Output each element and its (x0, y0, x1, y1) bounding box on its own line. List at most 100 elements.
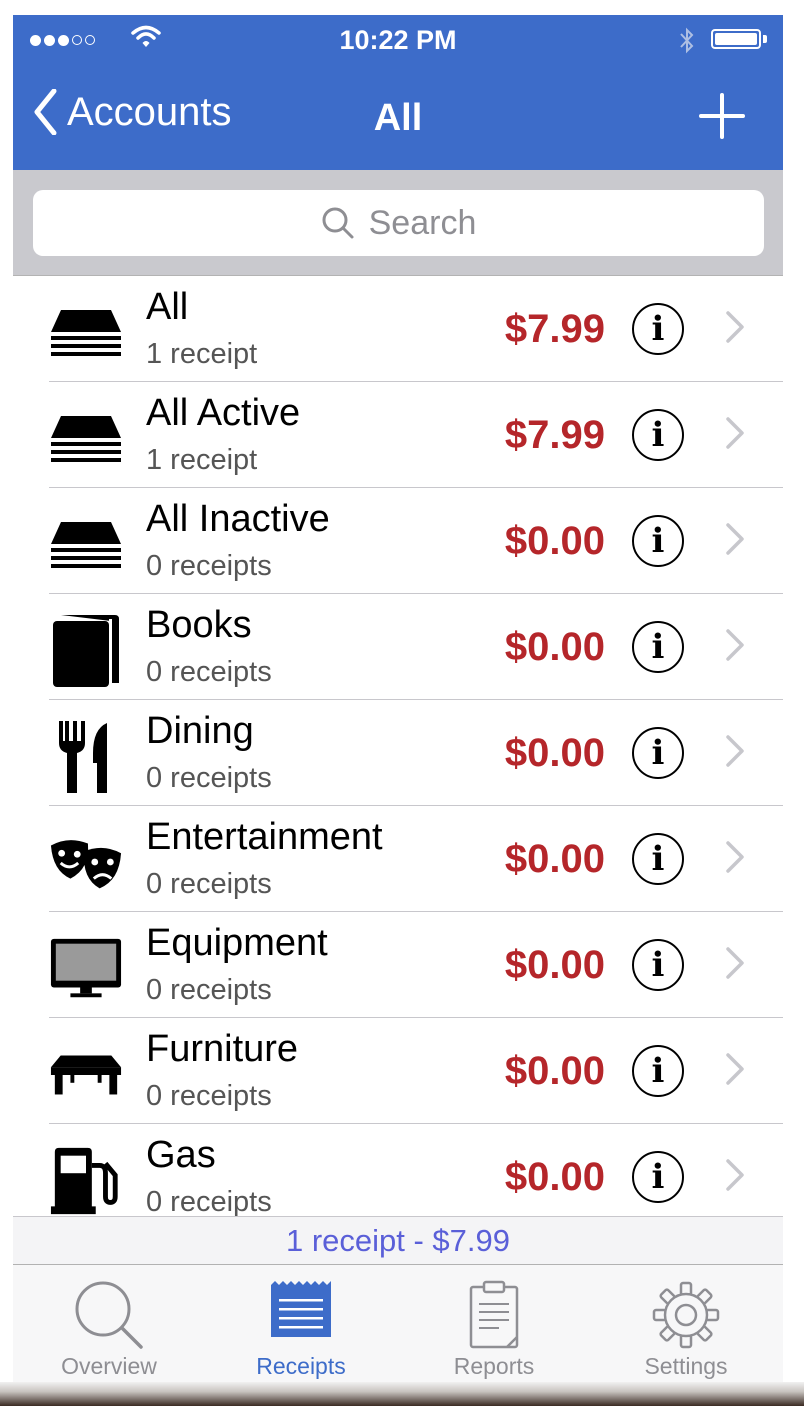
account-name: All Inactive (146, 498, 330, 540)
info-button[interactable]: i (632, 939, 684, 991)
desktop-background (0, 1382, 804, 1406)
fork-knife-icon (49, 720, 123, 794)
search-placeholder: Search (368, 203, 477, 242)
receipt-count: 0 receipts (146, 1186, 272, 1216)
account-row[interactable]: Gas 0 receipts $0.00 i (13, 1124, 783, 1216)
account-name: All (146, 286, 189, 328)
account-row[interactable]: All Inactive 0 receipts $0.00 i (13, 488, 783, 594)
disclosure-chevron (725, 522, 745, 561)
back-label: Accounts (67, 89, 232, 134)
chevron-right-icon (726, 523, 744, 555)
receipts-icon (205, 1279, 397, 1351)
magnifier-icon (322, 207, 354, 239)
tab-receipts[interactable]: Receipts (205, 1265, 397, 1382)
summary-bar: 1 receipt - $7.99 (13, 1216, 783, 1265)
chevron-right-icon (726, 947, 744, 979)
chevron-left-icon (34, 89, 57, 135)
receipt-count: 1 receipt (146, 338, 258, 370)
status-bar: 10:22 PM (13, 15, 783, 65)
tab-settings[interactable]: Settings (590, 1265, 782, 1382)
account-amount: $0.00 (504, 943, 605, 987)
clipboard-icon (398, 1279, 590, 1351)
account-row[interactable]: Dining 0 receipts $0.00 i (13, 700, 783, 806)
chevron-right-icon (726, 1159, 744, 1191)
disclosure-chevron (725, 628, 745, 667)
receipt-count: 0 receipts (146, 974, 272, 1006)
account-amount: $0.00 (504, 1049, 605, 1093)
tab-label: Receipts (256, 1353, 346, 1379)
account-name: Equipment (146, 922, 328, 964)
info-button[interactable]: i (632, 1151, 684, 1203)
account-row[interactable]: Books 0 receipts $0.00 i (13, 594, 783, 700)
chevron-right-icon (726, 841, 744, 873)
disclosure-chevron (725, 1052, 745, 1091)
tab-reports[interactable]: Reports (398, 1265, 590, 1382)
receipt-count: 0 receipts (146, 656, 272, 688)
account-name: All Active (146, 392, 301, 434)
disclosure-chevron (725, 416, 745, 455)
navigation-header: 10:22 PM Accounts All (13, 15, 783, 170)
status-time: 10:22 PM (339, 25, 457, 55)
account-row[interactable]: Entertainment 0 receipts $0.00 i (13, 806, 783, 912)
chevron-right-icon (726, 1053, 744, 1085)
account-row[interactable]: All 1 receipt $7.99 i (13, 276, 783, 382)
chevron-right-icon (726, 629, 744, 661)
chevron-right-icon (726, 735, 744, 767)
tab-overview[interactable]: Overview (13, 1265, 205, 1382)
info-button[interactable]: i (632, 727, 684, 779)
disclosure-chevron (725, 840, 745, 879)
bluetooth-icon (680, 27, 694, 54)
account-name: Gas (146, 1134, 216, 1176)
book-icon (49, 614, 123, 688)
account-amount: $0.00 (504, 837, 605, 881)
info-button[interactable]: i (632, 303, 684, 355)
tab-label: Settings (644, 1353, 728, 1379)
disclosure-chevron (725, 946, 745, 985)
account-amount: $0.00 (504, 519, 605, 563)
account-name: Furniture (146, 1028, 299, 1070)
table-icon (49, 1038, 123, 1112)
account-row[interactable]: All Active 1 receipt $7.99 i (13, 382, 783, 488)
gear-icon (590, 1279, 782, 1351)
info-button[interactable]: i (632, 409, 684, 461)
tab-label: Overview (61, 1353, 157, 1379)
tab-label: Reports (453, 1353, 535, 1379)
plus-icon[interactable] (699, 93, 745, 139)
disclosure-chevron (725, 1158, 745, 1197)
chevron-right-icon (726, 311, 744, 343)
receipt-count: 0 receipts (146, 868, 272, 900)
gas-pump-icon (49, 1144, 123, 1216)
stack-icon (49, 402, 123, 476)
receipt-count: 0 receipts (146, 1080, 272, 1112)
search-input[interactable]: Search (33, 190, 764, 256)
info-button[interactable]: i (632, 515, 684, 567)
info-button[interactable]: i (632, 621, 684, 673)
info-button[interactable]: i (632, 833, 684, 885)
stack-icon (49, 296, 123, 370)
theater-masks-icon (49, 826, 123, 900)
app-screen: 10:22 PM Accounts All Search All 1 recei… (13, 15, 783, 1382)
account-name: Dining (146, 710, 254, 752)
disclosure-chevron (725, 310, 745, 349)
receipt-count: 0 receipts (146, 550, 272, 582)
battery-full-icon (711, 29, 761, 49)
magnifier-icon (13, 1279, 205, 1351)
monitor-icon (49, 932, 123, 1006)
account-list: All 1 receipt $7.99 i All Active 1 receipt $7.… (13, 276, 783, 1216)
account-amount: $7.99 (504, 413, 605, 457)
account-amount: $0.00 (504, 731, 605, 775)
info-button[interactable]: i (632, 1045, 684, 1097)
account-row[interactable]: Equipment 0 receipts $0.00 i (13, 912, 783, 1018)
account-amount: $0.00 (504, 1155, 605, 1199)
disclosure-chevron (725, 734, 745, 773)
back-button[interactable]: Accounts (33, 89, 232, 135)
tab-bar: Overview Receipts Reports Settings (13, 1264, 783, 1382)
account-name: Entertainment (146, 816, 383, 858)
receipt-count: 0 receipts (146, 762, 272, 794)
account-row[interactable]: Furniture 0 receipts $0.00 i (13, 1018, 783, 1124)
account-amount: $0.00 (504, 625, 605, 669)
stack-icon (49, 508, 123, 582)
receipt-count: 1 receipt (146, 444, 258, 476)
chevron-right-icon (726, 417, 744, 449)
account-amount: $7.99 (504, 307, 605, 351)
